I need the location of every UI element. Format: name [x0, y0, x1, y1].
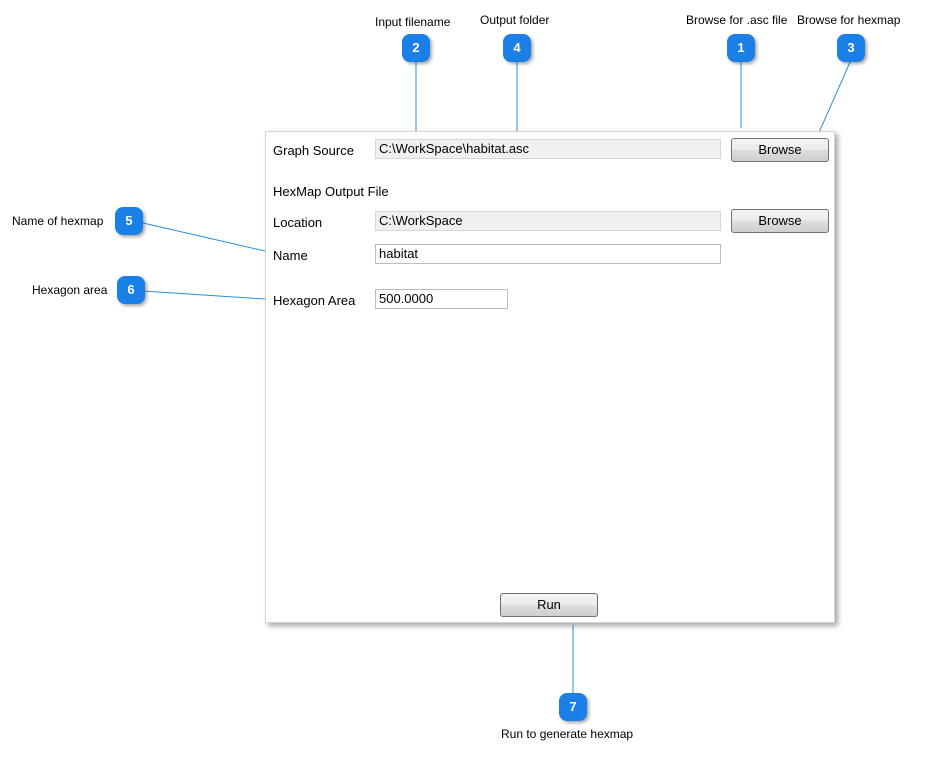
callout-badge-2: 2: [402, 34, 430, 62]
graph-source-label: Graph Source: [273, 143, 354, 158]
callout-text-1: Browse for .asc file: [686, 13, 788, 27]
location-field[interactable]: C:\WorkSpace: [375, 211, 721, 231]
graph-source-field[interactable]: C:\WorkSpace\habitat.asc: [375, 139, 721, 159]
leader-line-6: [142, 290, 266, 300]
callout-badge-5: 5: [115, 207, 143, 235]
callout-text-5: Name of hexmap: [12, 214, 104, 228]
callout-badge-4: 4: [503, 34, 531, 62]
hexmap-output-section-title: HexMap Output File: [273, 184, 389, 199]
leader-line-5: [142, 222, 266, 252]
callout-badge-6: 6: [117, 276, 145, 304]
callout-text-4: Output folder: [480, 13, 550, 27]
browse-location-button[interactable]: Browse: [731, 209, 829, 233]
hexagon-area-label: Hexagon Area: [273, 293, 356, 308]
run-button[interactable]: Run: [500, 593, 598, 617]
hexmap-dialog: Graph Source C:\WorkSpace\habitat.asc Br…: [265, 131, 835, 623]
browse-source-button[interactable]: Browse: [731, 138, 829, 162]
callout-badge-1: 1: [727, 34, 755, 62]
callout-text-7: Run to generate hexmap: [501, 727, 634, 741]
callout-text-3: Browse for hexmap: [797, 13, 901, 27]
name-input[interactable]: habitat: [375, 244, 721, 264]
location-label: Location: [273, 215, 323, 230]
callout-badge-7: 7: [559, 693, 587, 721]
callout-text-6: Hexagon area: [32, 283, 108, 297]
hexagon-area-input[interactable]: 500.0000: [375, 289, 508, 309]
callout-badge-3: 3: [837, 34, 865, 62]
name-label: Name: [273, 248, 308, 263]
callout-text-2: Input filename: [375, 15, 451, 29]
